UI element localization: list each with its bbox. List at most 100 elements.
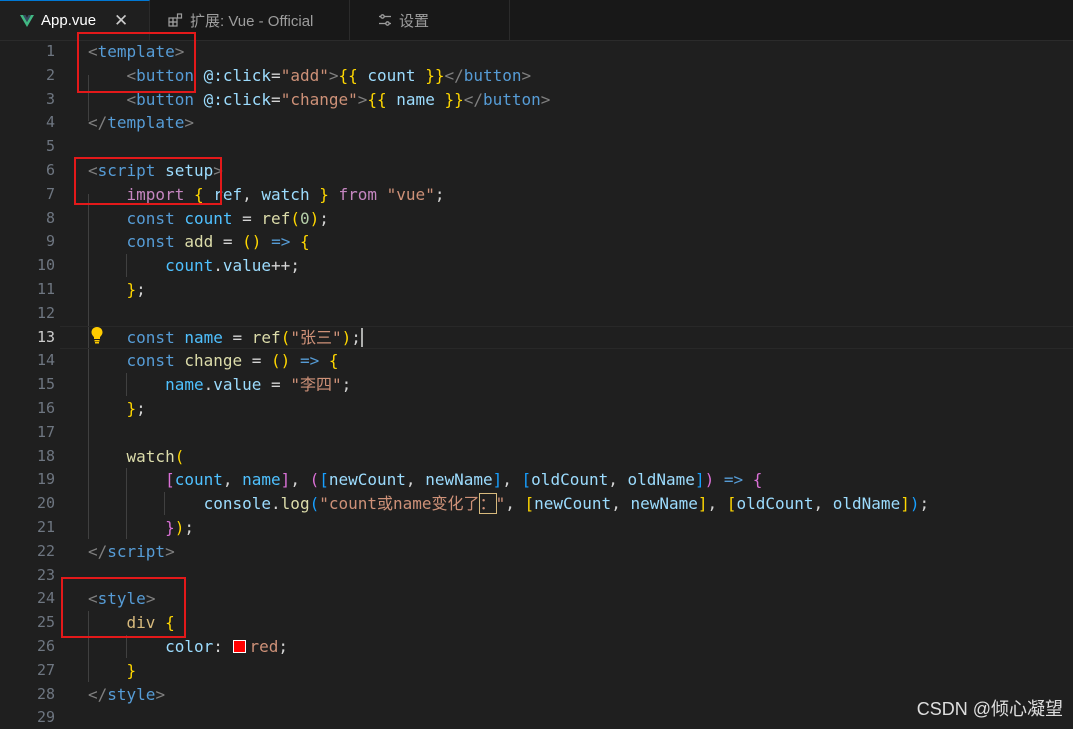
code-token: const	[126, 208, 175, 228]
code-token: ;	[184, 518, 194, 537]
code-text: console.log("count或name变化了：", [newCount,…	[88, 492, 929, 515]
code-line[interactable]: 17	[0, 421, 1073, 444]
code-line[interactable]: 10 count.value++;	[0, 254, 1073, 277]
code-line[interactable]: 19 [count, name], ([newCount, newName], …	[0, 468, 1073, 491]
lightbulb-icon[interactable]	[90, 326, 104, 344]
code-line[interactable]: 26 color: red;	[0, 635, 1073, 658]
code-line[interactable]: 16 };	[0, 397, 1073, 420]
code-token: [	[319, 470, 329, 490]
tab-label: 扩展: Vue - Official	[190, 12, 314, 30]
line-number: 6	[45, 161, 55, 179]
text-cursor	[360, 327, 363, 347]
line-number: 2	[45, 65, 55, 84]
code-token: }	[126, 660, 137, 680]
close-icon[interactable]: ✕	[114, 11, 128, 31]
code-token: value	[213, 375, 262, 395]
code-token: {	[299, 232, 310, 252]
code-text: const name = ref("张三");	[88, 326, 363, 349]
line-number: 27	[36, 660, 55, 679]
code-line[interactable]: 5	[0, 135, 1073, 158]
code-token: [	[521, 470, 532, 490]
code-token: newCount	[328, 470, 406, 490]
code-token: "	[495, 494, 506, 514]
code-line[interactable]: 9 const add = () => {	[0, 230, 1073, 253]
code-token: (	[309, 470, 320, 490]
code-line[interactable]: 21 });	[0, 516, 1073, 539]
code-line[interactable]: 22 </script>	[0, 540, 1073, 563]
code-token: )	[174, 518, 185, 537]
code-token: }	[319, 184, 329, 204]
code-token: red	[249, 637, 279, 656]
code-token: ]	[694, 470, 705, 490]
line-number: 28	[36, 684, 55, 703]
line-number: 4	[45, 113, 55, 132]
code-token: const	[126, 327, 175, 347]
code-text: [count, name], ([newCount, newName], [ol…	[88, 468, 762, 491]
code-token: ;	[278, 637, 289, 656]
code-line[interactable]: 28 </style>	[0, 683, 1073, 706]
code-line[interactable]: 27 }	[0, 659, 1073, 682]
code-token: {{	[338, 65, 358, 85]
code-line[interactable]: 15 name.value = "李四";	[0, 373, 1073, 396]
code-token: =	[242, 351, 272, 371]
code-token: =	[271, 65, 281, 85]
line-number: 1	[45, 42, 55, 60]
code-token: ,	[813, 494, 833, 514]
line-number: 11	[36, 280, 55, 298]
code-token: change	[184, 351, 243, 371]
extensions-icon	[168, 12, 183, 28]
code-token: (	[290, 208, 300, 228]
code-token: style	[107, 684, 156, 704]
code-token: >	[357, 89, 368, 109]
line-number: 3	[45, 89, 55, 108]
code-line[interactable]: 8 const count = ref(0);	[0, 207, 1073, 230]
code-text: </style>	[88, 683, 165, 706]
code-token: ,	[290, 470, 310, 490]
code-token: )	[341, 327, 352, 347]
code-token: >	[155, 684, 166, 704]
code-token: ,	[242, 184, 262, 204]
code-token: name	[242, 470, 281, 490]
code-text: </template>	[88, 111, 194, 134]
line-number: 26	[36, 637, 55, 655]
code-text: const add = () => {	[88, 230, 310, 253]
code-line[interactable]: 14 const change = () => {	[0, 349, 1073, 372]
tab-settings[interactable]: 设置	[350, 0, 510, 40]
code-token: ]	[900, 494, 910, 514]
code-token: =	[222, 327, 252, 347]
code-token: )	[704, 470, 715, 490]
code-token: >	[521, 65, 532, 85]
code-token: 0	[299, 208, 310, 228]
code-token: >	[328, 65, 339, 85]
code-token: from	[338, 184, 378, 204]
code-token: "vue"	[386, 184, 435, 204]
code-line[interactable]: 11 };	[0, 278, 1073, 301]
line-number: 16	[36, 399, 55, 417]
code-text: }	[88, 659, 137, 682]
code-token: ,	[505, 494, 525, 514]
code-line[interactable]: 13 const name = ref("张三");	[0, 325, 1073, 349]
code-line[interactable]: 12	[0, 302, 1073, 325]
code-token: newName	[630, 494, 698, 514]
code-token: ;	[341, 375, 352, 395]
color-swatch-icon[interactable]	[232, 640, 246, 653]
code-token: {{	[367, 89, 387, 109]
code-token: log	[280, 494, 310, 514]
code-line[interactable]: 29	[0, 706, 1073, 729]
code-token: .	[271, 494, 281, 514]
code-token: </	[88, 113, 108, 133]
code-line[interactable]: 4 </template>	[0, 111, 1073, 134]
code-token: </	[88, 541, 108, 561]
code-line[interactable]: 18 watch(	[0, 445, 1073, 468]
code-token: }	[126, 280, 137, 299]
code-token: }}	[444, 89, 464, 109]
code-line[interactable]: 20 console.log("count或name变化了：", [newCou…	[0, 492, 1073, 515]
